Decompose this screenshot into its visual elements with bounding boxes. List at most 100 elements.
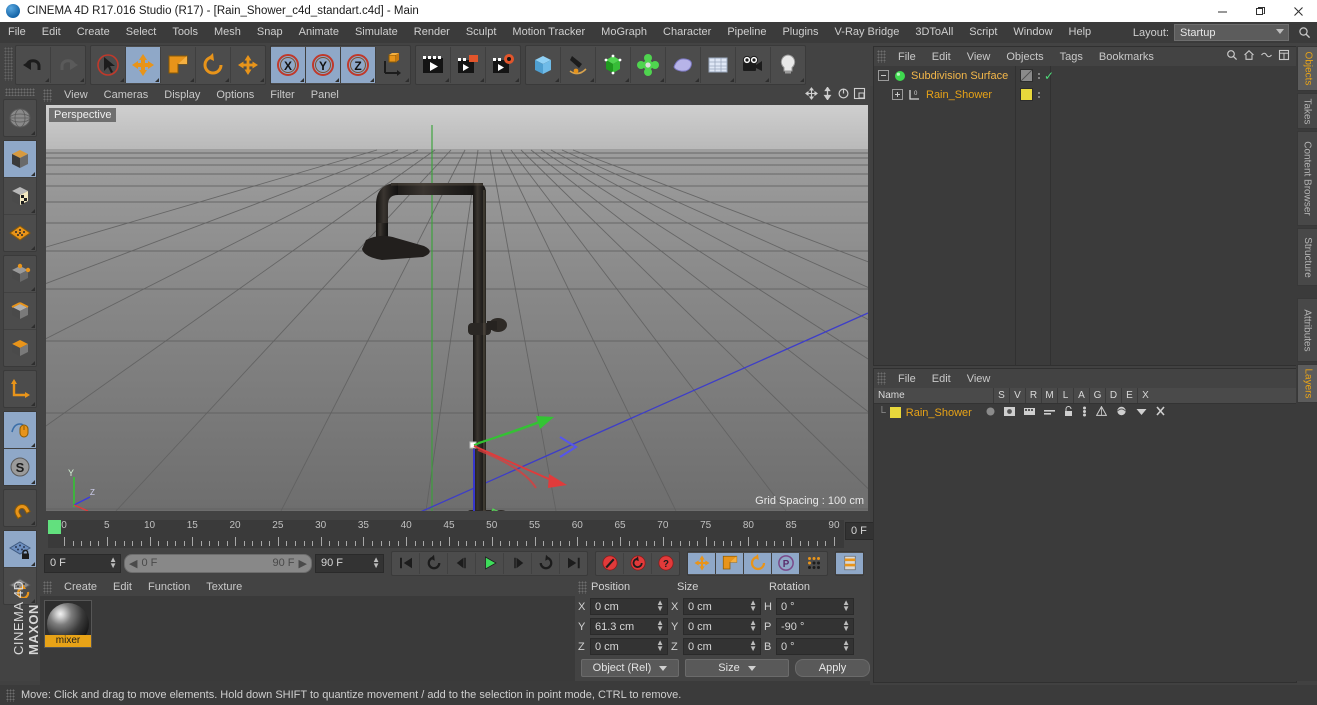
preview-range-bar[interactable]: ◀ 0 F 90 F ▶ bbox=[124, 553, 312, 573]
camera-icon[interactable] bbox=[736, 47, 771, 83]
position-x-field[interactable]: 0 cm ▲ ▼ bbox=[590, 598, 668, 615]
expand-plus-icon[interactable] bbox=[892, 89, 903, 100]
record-keyframe-icon[interactable] bbox=[596, 552, 624, 574]
object-manager-grip[interactable] bbox=[877, 50, 886, 63]
key-rotation-icon[interactable] bbox=[744, 552, 772, 574]
layer-column-x[interactable]: X bbox=[1137, 388, 1153, 403]
position-y-field[interactable]: 61.3 cm ▲ ▼ bbox=[590, 618, 668, 635]
viewport-3d[interactable]: Y Z X Perspective Grid Spacing : 100 cm bbox=[46, 105, 868, 511]
key-scale-icon[interactable] bbox=[716, 552, 744, 574]
render-toggle-icon[interactable] bbox=[1023, 407, 1035, 419]
deformer-icon[interactable] bbox=[631, 47, 666, 83]
spinner-icon[interactable]: ▲▼ bbox=[842, 619, 850, 633]
material-menu-edit[interactable]: Edit bbox=[105, 578, 140, 596]
rotation-b-field[interactable]: 0 ° ▲ ▼ bbox=[776, 638, 854, 655]
viewport-menu-view[interactable]: View bbox=[56, 86, 96, 104]
viewport-menu-panel[interactable]: Panel bbox=[303, 86, 347, 104]
spinner-icon[interactable]: ▲▼ bbox=[842, 599, 850, 613]
make-editable-icon[interactable] bbox=[4, 100, 36, 136]
layer-column-s[interactable]: S bbox=[993, 388, 1009, 403]
menu-edit[interactable]: Edit bbox=[34, 22, 69, 43]
layer-column-a[interactable]: A bbox=[1073, 388, 1089, 403]
link-icon[interactable] bbox=[1260, 49, 1273, 64]
object-menu-objects[interactable]: Objects bbox=[998, 48, 1051, 66]
autokeying-icon[interactable] bbox=[624, 552, 652, 574]
menu-file[interactable]: File bbox=[0, 22, 34, 43]
rotation-h-field[interactable]: 0 ° ▲ ▼ bbox=[776, 598, 854, 615]
play-backwards-loop-icon[interactable] bbox=[420, 552, 448, 574]
lock-toggle-icon[interactable] bbox=[1064, 406, 1073, 419]
layer-color-swatch[interactable] bbox=[889, 407, 901, 418]
object-menu-file[interactable]: File bbox=[890, 48, 924, 66]
search-icon[interactable] bbox=[1226, 49, 1238, 64]
rotate-view-icon[interactable] bbox=[837, 87, 850, 103]
material-manager-grip[interactable] bbox=[43, 580, 52, 594]
menu-script[interactable]: Script bbox=[961, 22, 1005, 43]
key-pla-icon[interactable] bbox=[800, 553, 827, 574]
layer-column-r[interactable]: R bbox=[1025, 388, 1041, 403]
object-menu-view[interactable]: View bbox=[959, 48, 999, 66]
layer-row[interactable]: └ Rain_Shower bbox=[874, 404, 1296, 421]
toolbar-grip[interactable] bbox=[4, 47, 13, 81]
layer-column-g[interactable]: G bbox=[1089, 388, 1105, 403]
go-to-end-icon[interactable] bbox=[560, 553, 587, 574]
edges-mode-icon[interactable] bbox=[4, 293, 36, 330]
range-left-arrow-icon[interactable]: ◀ bbox=[129, 557, 137, 570]
material-list[interactable]: mixer bbox=[40, 596, 575, 683]
magnet-icon[interactable] bbox=[4, 490, 36, 526]
move-icon[interactable] bbox=[126, 47, 161, 83]
right-tab-structure[interactable]: Structure bbox=[1297, 228, 1317, 287]
home-icon[interactable] bbox=[1243, 49, 1255, 64]
go-to-start-icon[interactable] bbox=[392, 552, 420, 574]
viewport-menu-options[interactable]: Options bbox=[208, 86, 262, 104]
status-bar-grip[interactable] bbox=[6, 688, 15, 702]
model-mode-icon[interactable] bbox=[4, 141, 36, 178]
right-tab-layers[interactable]: Layers bbox=[1297, 364, 1317, 404]
range-right-arrow-icon[interactable]: ▶ bbox=[299, 557, 307, 570]
visibility-dots[interactable] bbox=[1036, 91, 1042, 98]
x-axis-icon[interactable]: X bbox=[271, 47, 306, 83]
layer-manager-grip[interactable] bbox=[877, 372, 886, 385]
light-icon[interactable] bbox=[771, 47, 805, 83]
right-tab-objects[interactable]: Objects bbox=[1297, 46, 1317, 92]
loop-icon[interactable] bbox=[532, 552, 560, 574]
scale-icon[interactable] bbox=[161, 47, 196, 83]
maximize-view-icon[interactable] bbox=[853, 87, 866, 103]
menu-create[interactable]: Create bbox=[69, 22, 118, 43]
xref-toggle-icon[interactable] bbox=[1156, 406, 1166, 419]
spinner-icon[interactable]: ▲▼ bbox=[109, 555, 117, 569]
menu-window[interactable]: Window bbox=[1005, 22, 1060, 43]
viewport-grip[interactable] bbox=[43, 88, 52, 102]
layer-column-e[interactable]: E bbox=[1121, 388, 1137, 403]
menu-mograph[interactable]: MoGraph bbox=[593, 22, 655, 43]
render-to-picture-viewer-icon[interactable] bbox=[451, 47, 486, 83]
deformer-toggle-icon[interactable] bbox=[1116, 406, 1127, 419]
material-menu-function[interactable]: Function bbox=[140, 578, 198, 596]
spinner-icon[interactable]: ▲▼ bbox=[656, 619, 664, 633]
material-menu-create[interactable]: Create bbox=[56, 578, 105, 596]
step-forward-icon[interactable] bbox=[504, 552, 532, 574]
points-mode-icon[interactable] bbox=[4, 256, 36, 293]
manager-toggle-icon[interactable] bbox=[1043, 407, 1055, 419]
toolbar-grip[interactable] bbox=[5, 88, 35, 96]
timeline-layout-icon[interactable] bbox=[836, 552, 863, 574]
generator-icon[interactable] bbox=[596, 47, 631, 83]
spinner-icon[interactable]: ▲▼ bbox=[372, 555, 380, 569]
layer-column-v[interactable]: V bbox=[1009, 388, 1025, 403]
object-axis-icon[interactable] bbox=[4, 371, 36, 407]
max-frame-field[interactable]: 90 F ▲ ▼ bbox=[315, 553, 384, 573]
object-tag-swatch[interactable] bbox=[1020, 69, 1033, 82]
menu-character[interactable]: Character bbox=[655, 22, 719, 43]
object-tree[interactable]: Subdivision Surface ✓ 0 Rain_Shower bbox=[874, 66, 1296, 365]
menu-motion-tracker[interactable]: Motion Tracker bbox=[504, 22, 593, 43]
layer-column-l[interactable]: L bbox=[1057, 388, 1073, 403]
play-icon[interactable] bbox=[476, 552, 504, 574]
collapse-minus-icon[interactable] bbox=[878, 70, 889, 81]
texture-mode-icon[interactable] bbox=[4, 178, 36, 215]
timeline-playhead[interactable] bbox=[48, 520, 61, 534]
menu-pipeline[interactable]: Pipeline bbox=[719, 22, 774, 43]
expand-icon[interactable] bbox=[1278, 49, 1290, 64]
size-y-field[interactable]: 0 cm ▲ ▼ bbox=[683, 618, 761, 635]
right-tab-content-browser[interactable]: Content Browser bbox=[1297, 131, 1317, 227]
spinner-icon[interactable]: ▲▼ bbox=[656, 599, 664, 613]
